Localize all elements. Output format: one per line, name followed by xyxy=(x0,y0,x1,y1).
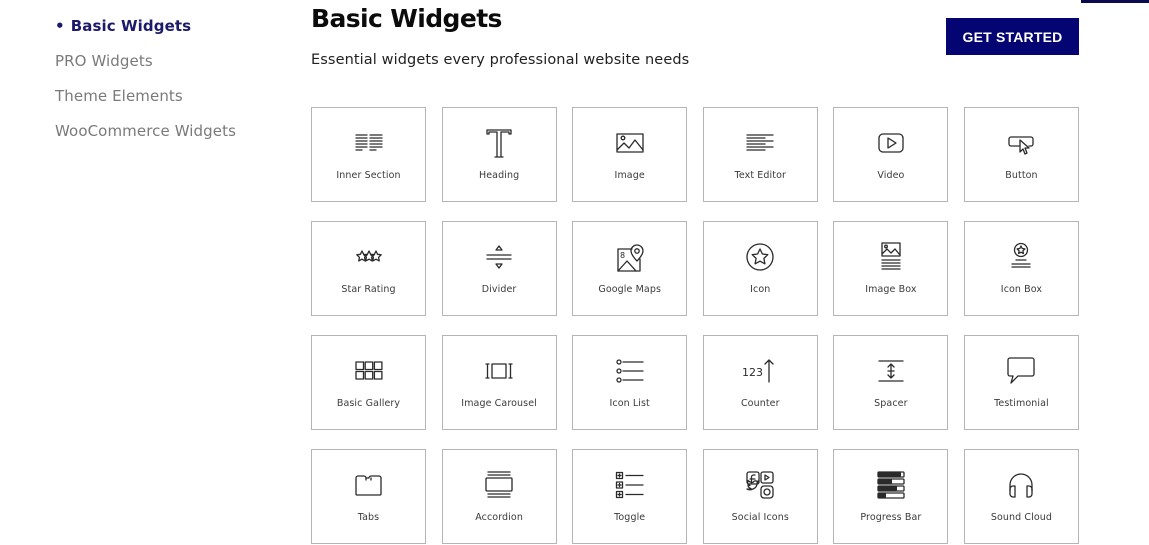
svg-text:8: 8 xyxy=(620,251,625,260)
sidebar-item-label: PRO Widgets xyxy=(55,52,153,70)
widget-card-tabs[interactable]: Tabs xyxy=(311,449,426,544)
widget-card-counter[interactable]: 123 Counter xyxy=(702,335,818,430)
star-rating-icon xyxy=(353,241,385,273)
widget-card-image[interactable]: Image xyxy=(572,107,688,202)
get-started-button[interactable]: GET STARTED xyxy=(946,18,1079,55)
widget-card-icon-list[interactable]: Icon List xyxy=(572,335,688,430)
gallery-grid-icon xyxy=(353,355,385,387)
page-subtitle: Essential widgets every professional web… xyxy=(311,52,690,68)
social-icons-icon xyxy=(744,469,776,501)
divider-icon xyxy=(483,241,515,273)
widget-card-video[interactable]: Video xyxy=(833,107,949,202)
toggle-list-icon xyxy=(614,469,646,501)
widget-label: Toggle xyxy=(614,512,646,523)
sidebar-item-pro-widgets[interactable]: PRO Widgets xyxy=(55,51,236,71)
widget-card-testimonial[interactable]: Testimonial xyxy=(963,335,1079,430)
icon-box-icon xyxy=(1005,241,1037,273)
speech-bubble-icon xyxy=(1005,355,1037,387)
widget-card-progress-bar[interactable]: Progress Bar xyxy=(833,449,949,544)
accordion-icon xyxy=(483,469,515,501)
widget-label: Basic Gallery xyxy=(336,398,401,409)
widget-card-basic-gallery[interactable]: Basic Gallery xyxy=(311,335,426,430)
svg-text:123: 123 xyxy=(742,366,763,379)
button-icon xyxy=(1005,127,1037,159)
widget-card-sound-cloud[interactable]: Sound Cloud xyxy=(963,449,1079,544)
widget-label: Icon Box xyxy=(1000,284,1043,295)
page-title: Basic Widgets xyxy=(311,4,502,33)
widget-card-inner-section[interactable]: Inner Section xyxy=(311,107,426,202)
image-icon xyxy=(614,127,646,159)
inner-section-icon xyxy=(353,127,385,159)
progress-bars-icon xyxy=(875,469,907,501)
widget-card-social-icons[interactable]: Social Icons xyxy=(702,449,818,544)
widget-card-heading[interactable]: Heading xyxy=(441,107,557,202)
widget-label: Counter xyxy=(740,398,780,409)
widget-card-google-maps[interactable]: 8 Google Maps xyxy=(572,221,688,316)
sidebar-item-theme-elements[interactable]: Theme Elements xyxy=(55,86,236,106)
widget-card-accordion[interactable]: Accordion xyxy=(441,449,557,544)
widget-label: Google Maps xyxy=(598,284,661,295)
widget-label: Progress Bar xyxy=(860,512,922,523)
header-bar-edge xyxy=(1081,0,1149,3)
widget-label: Social Icons xyxy=(731,512,789,523)
widget-card-button[interactable]: Button xyxy=(963,107,1079,202)
widget-label: Image Box xyxy=(865,284,917,295)
image-carousel-icon xyxy=(483,355,515,387)
widget-label: Image Carousel xyxy=(461,398,537,409)
widget-label: Inner Section xyxy=(336,170,401,181)
counter-icon: 123 xyxy=(742,355,776,387)
sidebar-item-label: Theme Elements xyxy=(55,87,183,105)
tabs-folder-icon xyxy=(353,469,385,501)
widget-label: Divider xyxy=(481,284,517,295)
widget-card-icon-box[interactable]: Icon Box xyxy=(963,221,1079,316)
spacer-icon xyxy=(875,355,907,387)
widget-label: Sound Cloud xyxy=(990,512,1053,523)
widget-label: Image xyxy=(614,170,645,181)
widget-card-image-box[interactable]: Image Box xyxy=(833,221,949,316)
widget-card-spacer[interactable]: Spacer xyxy=(833,335,949,430)
active-bullet: • xyxy=(55,17,65,35)
widget-label: Video xyxy=(877,170,905,181)
heading-icon xyxy=(483,127,515,159)
widget-card-image-carousel[interactable]: Image Carousel xyxy=(441,335,557,430)
video-icon xyxy=(875,127,907,159)
widget-label: Star Rating xyxy=(341,284,396,295)
text-editor-icon xyxy=(744,127,776,159)
sidebar-item-label: WooCommerce Widgets xyxy=(55,122,237,140)
widget-label: Heading xyxy=(478,170,520,181)
google-maps-icon: 8 xyxy=(614,241,646,273)
widget-label: Text Editor xyxy=(734,170,786,181)
widget-card-divider[interactable]: Divider xyxy=(441,221,557,316)
widget-label: Icon xyxy=(750,284,771,295)
sidebar-item-basic-widgets[interactable]: • Basic Widgets xyxy=(55,16,236,36)
widget-label: Spacer xyxy=(874,398,908,409)
widget-label: Accordion xyxy=(475,512,523,523)
sidebar-item-woocommerce-widgets[interactable]: WooCommerce Widgets xyxy=(55,121,236,141)
widget-label: Tabs xyxy=(357,512,380,523)
widget-card-text-editor[interactable]: Text Editor xyxy=(702,107,818,202)
sidebar-item-label: Basic Widgets xyxy=(70,17,192,35)
widget-grid: Inner Section Heading Image Text Editor xyxy=(311,107,1079,544)
widget-card-star-rating[interactable]: Star Rating xyxy=(311,221,426,316)
widget-label: Icon List xyxy=(609,398,650,409)
widget-category-nav: • Basic Widgets PRO Widgets Theme Element… xyxy=(55,16,236,156)
star-circle-icon xyxy=(744,241,776,273)
widget-label: Button xyxy=(1005,170,1038,181)
headphones-icon xyxy=(1005,469,1037,501)
image-box-icon xyxy=(875,241,907,273)
widget-card-toggle[interactable]: Toggle xyxy=(572,449,688,544)
widget-label: Testimonial xyxy=(994,398,1049,409)
icon-list-icon xyxy=(614,355,646,387)
widget-card-icon[interactable]: Icon xyxy=(702,221,818,316)
